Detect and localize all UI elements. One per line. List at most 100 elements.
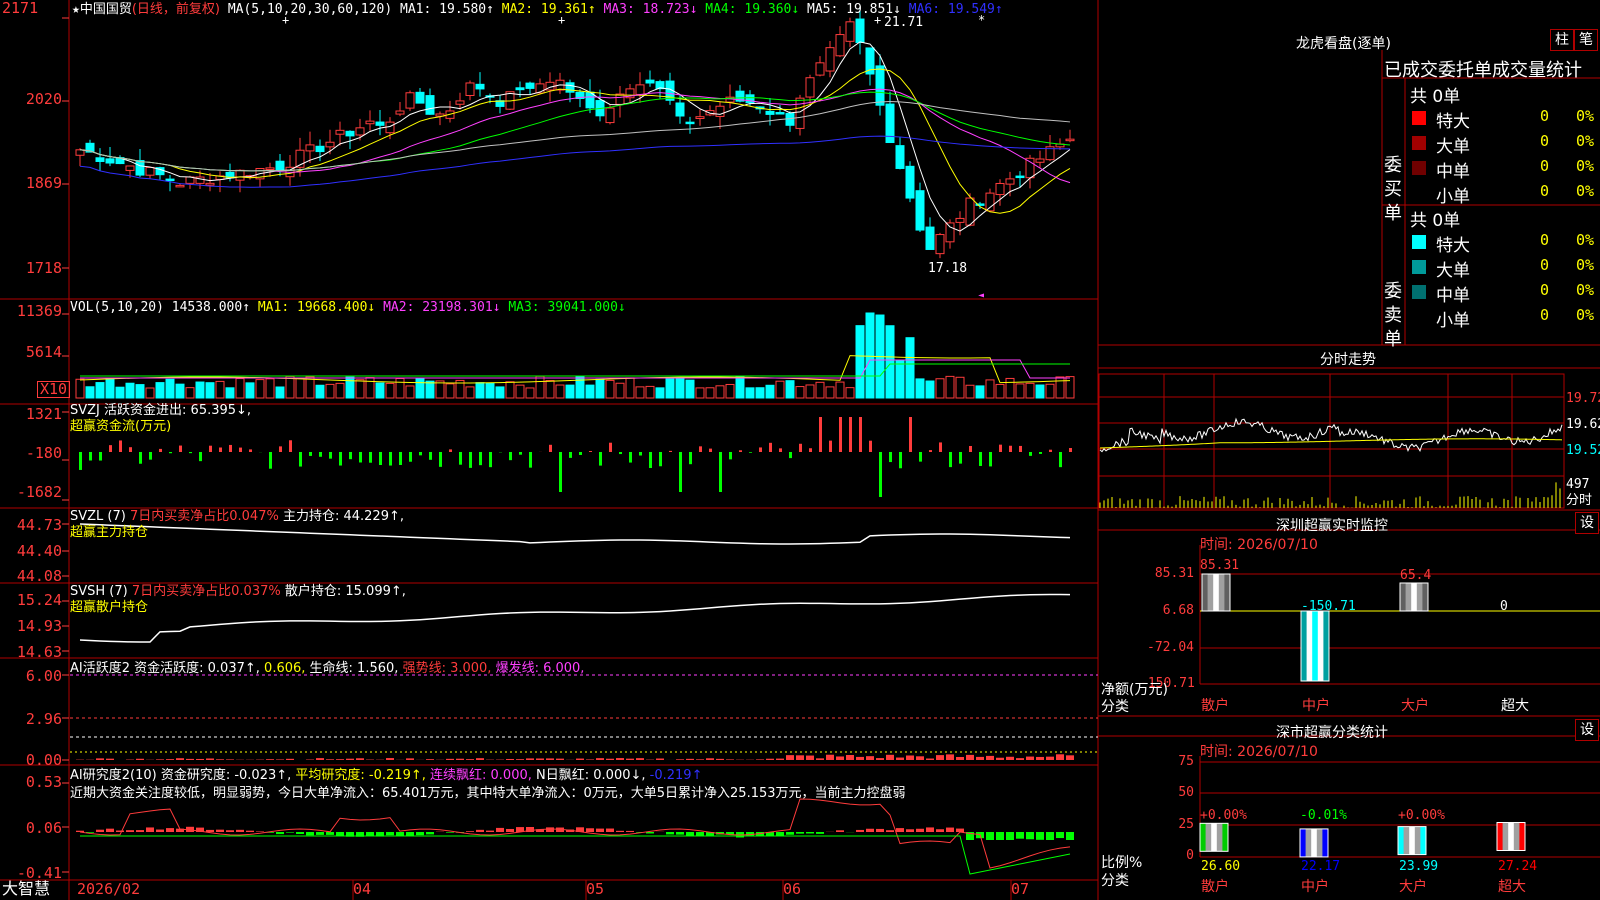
- research-bar: [1036, 832, 1044, 840]
- flow-bar: [509, 452, 512, 461]
- flow-bar: [789, 452, 792, 459]
- monitor-time: 时间: 2026/07/10: [1200, 537, 1318, 553]
- buy-row-swatch: [1412, 186, 1426, 200]
- ai-active-head: AI活跃度2: [70, 661, 130, 676]
- stock-name[interactable]: 中国国贸: [80, 2, 132, 17]
- flow-bar: [609, 442, 612, 452]
- lhb-title: 龙虎看盘(逐单): [1296, 36, 1391, 52]
- lhb-tabs[interactable]: 已成交委托单成交量统计: [1384, 56, 1582, 82]
- flow-bar: [349, 452, 352, 460]
- flow-bar: [699, 446, 702, 452]
- y-label-vol-1: 5614: [25, 343, 62, 361]
- active-bar: [1016, 758, 1024, 760]
- stat-time: 时间: 2026/07/10: [1200, 744, 1318, 760]
- flow-bar: [1049, 449, 1052, 452]
- flow-bar: [379, 452, 382, 466]
- stat-settings-button[interactable]: 设: [1575, 719, 1599, 741]
- stat-bar-value: 22.17: [1301, 859, 1341, 874]
- flow-bar: [959, 452, 962, 464]
- intraday-y-2: 19.52: [1566, 443, 1600, 458]
- research-bar: [796, 832, 804, 834]
- svzj-head: SVZJ: [70, 403, 100, 418]
- sell-row-name: 大单: [1436, 261, 1470, 281]
- active-bar: [786, 755, 794, 760]
- buy-orders-label: 委买单: [1384, 155, 1402, 224]
- svsh-hold: 散户持仓: 15.099↑,: [284, 584, 406, 599]
- stat-bar: [1305, 828, 1312, 857]
- stat-bar: [1200, 823, 1207, 852]
- candle: [235, 169, 245, 181]
- brand-label: 大智慧: [2, 879, 51, 898]
- active-bar: [1036, 756, 1044, 760]
- research-bar: [306, 832, 314, 836]
- buy-row-swatch: [1412, 111, 1426, 125]
- research-bar: [246, 830, 254, 832]
- research-bar: [76, 830, 84, 832]
- flow-bar: [869, 440, 872, 452]
- active-bar: [946, 754, 954, 760]
- active-bar: [656, 758, 664, 760]
- ai-active-a: 资金活跃度: 0.037↑,: [134, 661, 260, 676]
- volume-bar: [375, 382, 385, 399]
- bar-mode-button[interactable]: 柱: [1550, 29, 1574, 51]
- volume-bar: [955, 376, 965, 399]
- volume-bar: [985, 379, 995, 399]
- ai-research-head: AI研究度2(10): [70, 768, 157, 783]
- active-bar: [96, 758, 104, 760]
- flow-bar: [249, 449, 252, 452]
- volume-bar: [795, 386, 805, 399]
- active-bar: [586, 759, 594, 760]
- active-bar: [596, 758, 604, 760]
- monitor-bar-sanhu: [1218, 574, 1225, 611]
- active-bar: [106, 758, 114, 760]
- active-bar: [156, 759, 164, 760]
- volume-bar: [225, 387, 235, 399]
- monitor-category-label: 散户: [1201, 698, 1229, 714]
- research-bar: [546, 827, 554, 832]
- active-bar: [806, 755, 814, 760]
- flow-bar: [969, 446, 972, 452]
- volume-bar: [505, 381, 515, 399]
- sell-row-qty: 0: [1540, 306, 1550, 324]
- stat-bar: [1398, 826, 1405, 855]
- stat-bar: [1502, 822, 1509, 851]
- volume-bar: [945, 375, 955, 399]
- research-bar: [996, 832, 1004, 840]
- candle: [795, 97, 805, 129]
- active-bar: [356, 758, 364, 760]
- flow-bar: [179, 445, 182, 452]
- research-bar: [856, 829, 864, 832]
- active-bar: [846, 755, 854, 760]
- star-icon[interactable]: ★: [72, 2, 80, 17]
- volume-bar: [325, 383, 335, 399]
- candle: [145, 166, 155, 176]
- research-bar: [136, 830, 144, 832]
- svzl-header: SVZL (7) 7日内买卖净占比0.047% 主力持仓: 44.229↑,: [70, 509, 404, 524]
- flow-bar: [399, 452, 402, 465]
- research-bar: [606, 828, 614, 832]
- candle: [775, 112, 785, 115]
- candle: [715, 105, 725, 117]
- active-bar: [686, 758, 694, 760]
- volume-bar: [295, 377, 305, 399]
- research-bar: [936, 829, 944, 832]
- main-chart-header: ★中国国贸(日线，前复权) MA(5,10,20,30,60,120) MA1:…: [72, 2, 1003, 17]
- volume-bar: [785, 380, 795, 399]
- research-bar: [876, 828, 884, 832]
- volume-bar: [425, 380, 435, 399]
- research-bar: [946, 827, 954, 832]
- tick-mode-button[interactable]: 笔: [1574, 29, 1598, 51]
- active-bar: [426, 759, 434, 760]
- active-bar: [626, 758, 634, 760]
- monitor-settings-button[interactable]: 设: [1575, 512, 1599, 534]
- volume-bar: [885, 325, 895, 399]
- flow-bar: [129, 447, 132, 452]
- volume-bar: [75, 378, 85, 399]
- y-label-main-3: 1718: [25, 259, 62, 277]
- period-label[interactable]: (日线，前复权): [132, 2, 220, 17]
- ma6-line: [79, 135, 1071, 188]
- volume-bar: [495, 386, 505, 399]
- active-bar: [616, 758, 624, 760]
- sell-row-swatch: [1412, 285, 1426, 299]
- candle: [165, 178, 175, 182]
